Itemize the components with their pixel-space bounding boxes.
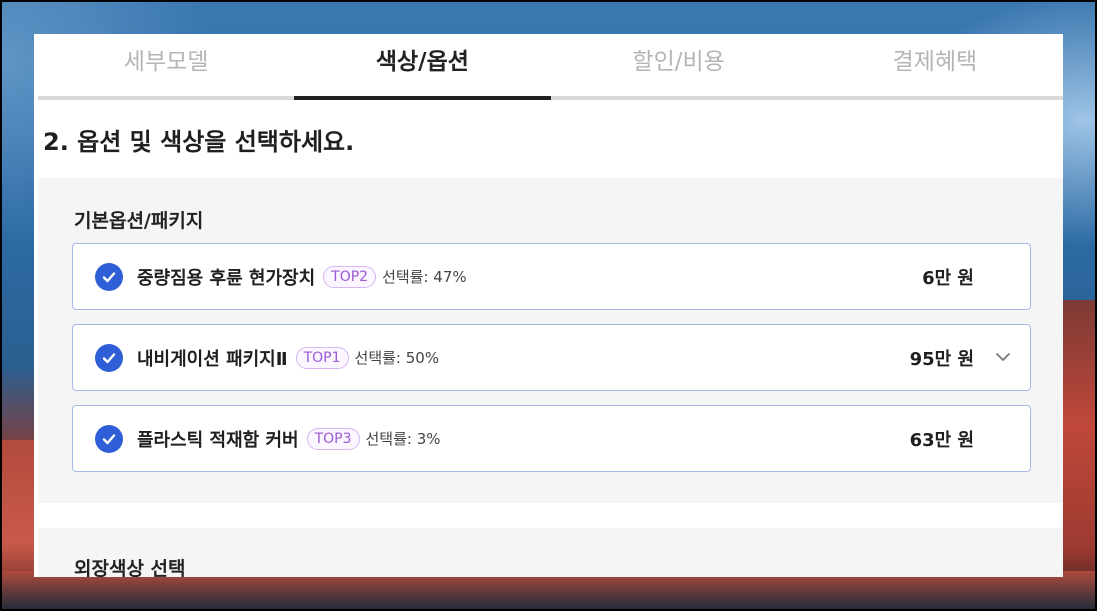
chevron-down-icon[interactable] xyxy=(994,348,1012,366)
tab-discount-cost[interactable]: 할인/비용 xyxy=(551,34,807,96)
step-tabs: 세부모델 색상/옵션 할인/비용 결제혜택 xyxy=(38,34,1063,100)
tab-payment-benefits[interactable]: 결제혜택 xyxy=(807,34,1063,96)
selection-rate: 선택률: 3% xyxy=(365,430,441,448)
basic-options-section: 기본옵션/패키지 중량짐용 후륜 현가장치 TOP2 선택률: 47% 6만 원… xyxy=(38,178,1063,503)
tab-color-options[interactable]: 색상/옵션 xyxy=(294,34,551,100)
section-title: 외장색상 선택 xyxy=(74,558,186,577)
background-car-bottom xyxy=(0,571,1097,611)
option-name: 플라스틱 적재함 커버 xyxy=(137,429,299,451)
options-panel: 세부모델 색상/옵션 할인/비용 결제혜택 2. 옵션 및 색상을 선택하세요.… xyxy=(34,34,1063,577)
check-circle-icon[interactable] xyxy=(95,424,123,453)
option-price: 63만 원 xyxy=(909,429,974,451)
option-item-suspension[interactable]: 중량짐용 후륜 현가장치 TOP2 선택률: 47% 6만 원 xyxy=(72,243,1031,310)
rank-badge: TOP2 xyxy=(323,265,377,288)
option-name: 내비게이션 패키지Ⅱ xyxy=(137,348,288,370)
section-title: 기본옵션/패키지 xyxy=(74,210,204,232)
page-title: 2. 옵션 및 색상을 선택하세요. xyxy=(43,128,355,156)
exterior-color-section: 외장색상 선택 xyxy=(38,528,1063,577)
option-item-cargo-cover[interactable]: 플라스틱 적재함 커버 TOP3 선택률: 3% 63만 원 xyxy=(72,405,1031,472)
selection-rate: 선택률: 50% xyxy=(354,349,440,367)
tab-detail-model[interactable]: 세부모델 xyxy=(38,34,294,96)
selection-rate: 선택률: 47% xyxy=(382,268,467,286)
option-price: 6만 원 xyxy=(922,267,974,289)
background-car-right xyxy=(1057,300,1097,611)
option-name: 중량짐용 후륜 현가장치 xyxy=(137,267,316,289)
option-price: 95만 원 xyxy=(909,348,974,370)
rank-badge: TOP1 xyxy=(295,346,349,369)
option-item-navigation[interactable]: 내비게이션 패키지Ⅱ TOP1 선택률: 50% 95만 원 xyxy=(72,324,1031,391)
rank-badge: TOP3 xyxy=(306,427,360,450)
check-circle-icon[interactable] xyxy=(95,262,123,291)
check-circle-icon[interactable] xyxy=(95,343,123,372)
